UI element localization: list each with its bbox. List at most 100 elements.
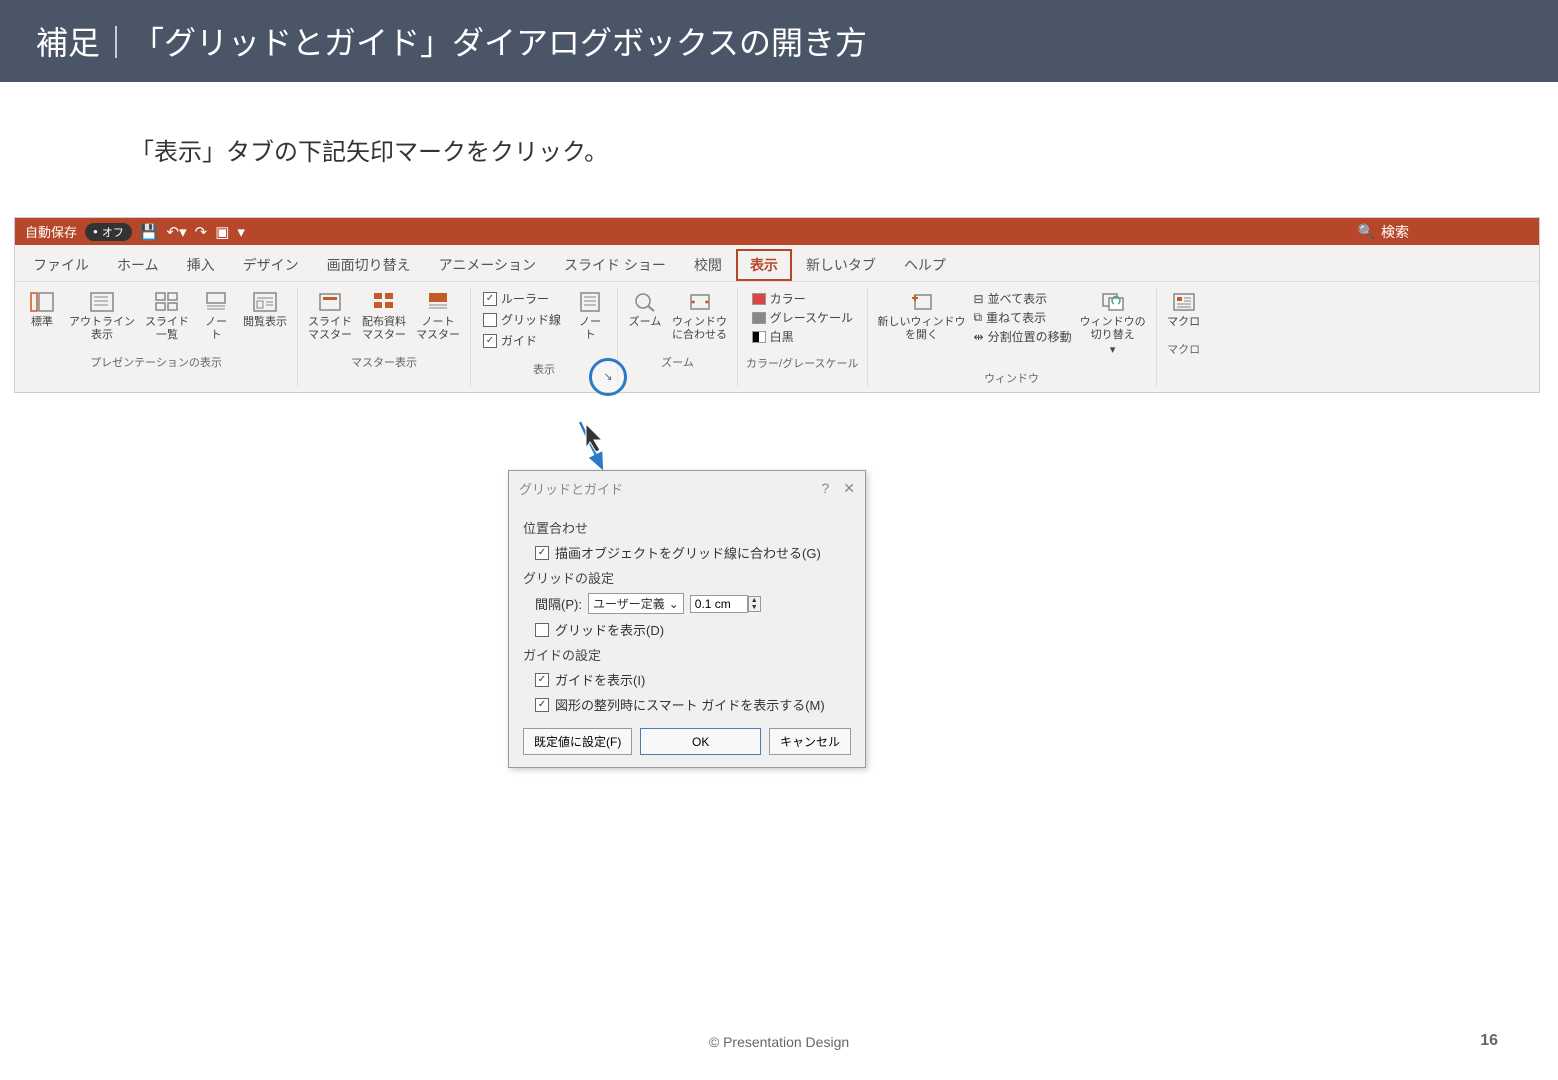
group-window: 新しいウィンドウ を開く ⊟並べて表示 ⧉重ねて表示 ⇹分割位置の移動 ウィンド… [868, 288, 1157, 386]
cascade-icon: ⧉ [974, 310, 983, 325]
handout-master-icon [370, 290, 398, 314]
spacing-input[interactable] [690, 595, 748, 613]
color-button[interactable]: カラー [752, 290, 853, 307]
dialog-titlebar: グリッドとガイド ? ✕ [509, 471, 865, 506]
tab-review[interactable]: 校閲 [680, 249, 736, 281]
slide-master-button[interactable]: スライド マスター [306, 288, 354, 344]
snap-section-label: 位置合わせ [523, 518, 851, 537]
bw-swatch-icon [752, 331, 766, 343]
tab-help[interactable]: ヘルプ [890, 249, 960, 281]
help-icon[interactable]: ? [821, 480, 829, 497]
smart-guides-checkbox[interactable]: ✓ 図形の整列時にスマート ガイドを表示する(M) [535, 695, 851, 714]
group-macros: マクロ マクロ [1157, 288, 1211, 386]
autosave-label: 自動保存 [25, 222, 77, 241]
group-color: カラー グレースケール 白黒 カラー/グレースケール [738, 288, 868, 386]
spinner-up-icon[interactable]: ▲ [749, 597, 760, 604]
move-split-icon: ⇹ [974, 330, 984, 344]
normal-view-button[interactable]: 標準 [23, 288, 61, 331]
group-zoom: ズーム ウィンドウ に合わせる ズーム [618, 288, 738, 386]
ribbon-tabs: ファイル ホーム 挿入 デザイン 画面切り替え アニメーション スライド ショー… [15, 245, 1539, 282]
quick-access-toolbar: 自動保存 オフ 💾 ↶▾ ↷ ▣ ▾ 🔍 検索 [15, 218, 1539, 245]
spacing-select[interactable]: ユーザー定義⌄ [588, 593, 684, 614]
tab-file[interactable]: ファイル [19, 249, 103, 281]
macros-icon [1170, 290, 1198, 314]
switch-window-button[interactable]: ウィンドウの 切り替え ▾ [1078, 288, 1148, 360]
tab-home[interactable]: ホーム [103, 249, 173, 281]
guides-checkbox[interactable]: ✓ガイド [483, 332, 561, 349]
tab-animations[interactable]: アニメーション [425, 249, 550, 281]
group-label: 表示 [533, 357, 555, 377]
display-grid-checkbox[interactable]: グリッドを表示(D) [535, 620, 851, 639]
search-box[interactable]: 🔍 検索 [1358, 222, 1409, 242]
save-icon[interactable]: 💾 [140, 223, 159, 241]
checkbox-checked-icon: ✓ [535, 546, 549, 560]
tab-new[interactable]: 新しいタブ [792, 249, 890, 281]
ruler-checkbox[interactable]: ✓ルーラー [483, 290, 561, 307]
grayscale-button[interactable]: グレースケール [752, 309, 853, 326]
macros-button[interactable]: マクロ [1165, 288, 1203, 331]
group-label: カラー/グレースケール [746, 351, 859, 371]
tab-slideshow[interactable]: スライド ショー [550, 249, 680, 281]
display-guides-checkbox[interactable]: ✓ ガイドを表示(I) [535, 670, 851, 689]
undo-icon[interactable]: ↶▾ [167, 223, 187, 241]
group-show: ✓ルーラー グリッド線 ✓ガイド ノー ト 表示 ↘ [471, 288, 618, 386]
checkbox-checked-icon: ✓ [483, 334, 497, 348]
checkbox-unchecked-icon [535, 623, 549, 637]
qat-dropdown-icon[interactable]: ▾ [237, 223, 245, 241]
outline-view-button[interactable]: アウトライン 表示 [67, 288, 137, 344]
new-window-button[interactable]: 新しいウィンドウ を開く [876, 288, 968, 344]
handout-master-button[interactable]: 配布資料 マスター [360, 288, 408, 344]
search-icon: 🔍 [1358, 223, 1375, 240]
reading-view-icon [251, 290, 279, 314]
reading-view-button[interactable]: 閲覧表示 [241, 288, 289, 331]
checkbox-checked-icon: ✓ [535, 698, 549, 712]
spacing-label: 間隔(P): [535, 594, 582, 613]
footer-text: © Presentation Design [0, 1034, 1558, 1050]
page-number: 16 [1480, 1032, 1498, 1050]
spinner-down-icon[interactable]: ▼ [749, 604, 760, 611]
switch-window-icon [1099, 290, 1127, 314]
fit-window-icon [686, 290, 714, 314]
group-master-views: スライド マスター 配布資料 マスター ノート マスター マスター表示 [298, 288, 471, 386]
set-default-button[interactable]: 既定値に設定(F) [523, 728, 632, 755]
instruction-text: 「表示」タブの下記矢印マークをクリック。 [0, 82, 1558, 217]
cancel-button[interactable]: キャンセル [769, 728, 851, 755]
new-window-icon [908, 290, 936, 314]
redo-icon[interactable]: ↷ [195, 223, 208, 241]
grid-section-label: グリッドの設定 [523, 568, 851, 587]
group-label: ウィンドウ [984, 366, 1039, 386]
bw-button[interactable]: 白黒 [752, 328, 853, 345]
notes-master-button[interactable]: ノート マスター [414, 288, 462, 344]
chevron-down-icon: ⌄ [669, 597, 679, 611]
notes-view-button[interactable]: ノー ト [197, 288, 235, 344]
tab-transitions[interactable]: 画面切り替え [313, 249, 425, 281]
zoom-icon [631, 290, 659, 314]
arrange-icon: ⊟ [974, 292, 984, 306]
ok-button[interactable]: OK [640, 728, 761, 755]
arrange-all-button[interactable]: ⊟並べて表示 [974, 290, 1072, 307]
grid-guides-dialog: グリッドとガイド ? ✕ 位置合わせ ✓ 描画オブジェクトをグリッド線に合わせる… [508, 470, 866, 768]
gridlines-checkbox[interactable]: グリッド線 [483, 311, 561, 328]
group-label: マスター表示 [351, 350, 417, 370]
tab-design[interactable]: デザイン [229, 249, 313, 281]
ribbon: 標準 アウトライン 表示 スライド 一覧 ノー ト 閲覧表示 プレゼンテーション… [15, 282, 1539, 392]
tab-view[interactable]: 表示 [736, 249, 792, 281]
snap-to-grid-checkbox[interactable]: ✓ 描画オブジェクトをグリッド線に合わせる(G) [535, 543, 851, 562]
tab-insert[interactable]: 挿入 [173, 249, 229, 281]
cascade-button[interactable]: ⧉重ねて表示 [974, 309, 1072, 326]
color-swatch-icon [752, 293, 766, 305]
spinner-buttons[interactable]: ▲▼ [748, 596, 761, 612]
move-split-button[interactable]: ⇹分割位置の移動 [974, 328, 1072, 345]
slideshow-icon[interactable]: ▣ [215, 223, 229, 241]
slide-title: 補足｜「グリッドとガイド」ダイアログボックスの開き方 [0, 0, 1558, 82]
autosave-toggle[interactable]: オフ [85, 223, 132, 241]
notes-button[interactable]: ノー ト [571, 288, 609, 344]
gray-swatch-icon [752, 312, 766, 324]
notes-icon [576, 290, 604, 314]
fit-window-button[interactable]: ウィンドウ に合わせる [670, 288, 729, 344]
slide-sorter-button[interactable]: スライド 一覧 [143, 288, 191, 344]
zoom-button[interactable]: ズーム [626, 288, 664, 331]
notes-view-icon [202, 290, 230, 314]
group-label: ズーム [661, 350, 694, 370]
close-icon[interactable]: ✕ [843, 480, 855, 497]
